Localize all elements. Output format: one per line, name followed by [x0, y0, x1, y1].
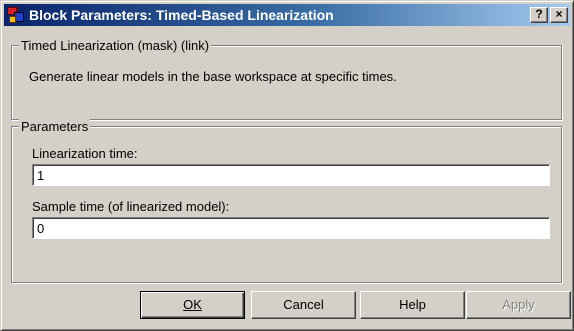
cancel-button[interactable]: Cancel: [251, 291, 356, 319]
description-group: Timed Linearization (mask) (link) Genera…: [11, 38, 562, 120]
linearization-time-input[interactable]: [32, 164, 550, 186]
ok-button-label: OK: [183, 297, 202, 312]
simulink-block-icon: [7, 6, 25, 24]
window-title: Block Parameters: Timed-Based Linearizat…: [29, 7, 334, 23]
block-description: Generate linear models in the base works…: [29, 69, 397, 84]
description-group-title: Timed Linearization (mask) (link): [19, 38, 212, 53]
parameters-group: Parameters Linearization time: Sample ti…: [11, 119, 562, 283]
apply-button[interactable]: Apply: [466, 291, 571, 319]
ok-button[interactable]: OK: [140, 291, 245, 319]
close-button[interactable]: ×: [550, 7, 568, 23]
help-button[interactable]: Help: [360, 291, 465, 319]
sample-time-input[interactable]: [32, 217, 550, 239]
linearization-time-label: Linearization time:: [32, 146, 138, 161]
context-help-button[interactable]: ?: [530, 7, 548, 23]
block-parameters-dialog: Block Parameters: Timed-Based Linearizat…: [0, 0, 574, 331]
title-bar[interactable]: Block Parameters: Timed-Based Linearizat…: [4, 4, 570, 26]
apply-button-label: Apply: [502, 297, 535, 312]
sample-time-label: Sample time (of linearized model):: [32, 199, 230, 214]
parameters-group-title: Parameters: [19, 119, 91, 134]
help-button-label: Help: [399, 297, 426, 312]
cancel-button-label: Cancel: [283, 297, 324, 312]
